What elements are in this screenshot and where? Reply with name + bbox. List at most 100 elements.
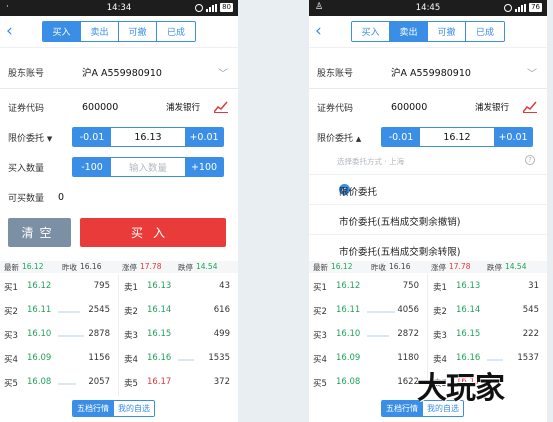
quote-summary: 最新 16.12 昨收 16.16 涨停 17.78 跌停 14.54 — [0, 261, 238, 273]
stock-code-row: 证券代码 600000 浦发银行 — [0, 96, 238, 118]
option-limit-order[interactable]: ✓ 限价委托 — [309, 174, 547, 203]
divider — [309, 88, 547, 89]
price-row: 限价委托 ▲ -0.01 16.12 +0.01 — [309, 126, 547, 148]
quantity-plus-button[interactable]: +100 — [185, 158, 223, 176]
quantity-minus-button[interactable]: -100 — [73, 158, 111, 176]
chevron-down-icon[interactable]: ﹀ — [218, 65, 228, 80]
available-value: 0 — [58, 191, 65, 203]
buy-screen: · 14:34 80 ‹ 买入 卖出 可撤 已成 股东账号 沪A A559980… — [0, 0, 238, 422]
quantity-input[interactable]: 输入数量 — [111, 158, 185, 176]
quantity-label: 买入数量 — [8, 163, 45, 174]
stock-name: 浦发银行 — [475, 103, 510, 113]
price-minus-button[interactable]: -0.01 — [73, 128, 111, 146]
back-icon[interactable]: ‹ — [315, 22, 322, 40]
help-icon[interactable]: ? — [525, 155, 535, 165]
trade-tabbar: ‹ 买入 卖出 可撤 已成 — [0, 16, 238, 48]
option-market-cancel[interactable]: 市价委托(五档成交剩余撤销) — [309, 204, 547, 233]
quote-tabs: 五档行情 我的自选 — [72, 400, 155, 417]
price-plus-button[interactable]: +0.01 — [185, 128, 223, 146]
site-watermark: 大玩家 — [417, 371, 505, 406]
signal-icon — [515, 3, 527, 12]
tab-buy[interactable]: 买入 — [43, 22, 81, 41]
chart-icon[interactable] — [523, 101, 537, 113]
bid-row[interactable]: 买1 16.12 795 — [0, 279, 118, 296]
bid-row[interactable]: 买5 16.08 1622 — [309, 375, 427, 392]
status-bar: ♙ 14:45 76 — [309, 0, 547, 16]
available-row: 可买数量 0 — [0, 188, 238, 206]
sell-screen: ♙ 14:45 76 ‹ 买入 卖出 可撤 已成 股东账号 沪A A559980… — [309, 0, 547, 422]
divider — [118, 274, 119, 396]
tab-five-levels[interactable]: 五档行情 — [73, 401, 114, 416]
bid-row[interactable]: 买3 16.10 2878 — [0, 327, 118, 344]
signal-icon — [206, 3, 218, 12]
price-row: 限价委托 ▼ -0.01 16.13 +0.01 — [0, 126, 238, 148]
bid-row[interactable]: 买4 16.09 1156 — [0, 351, 118, 368]
stock-name: 浦发银行 — [166, 103, 201, 113]
status-bar: · 14:34 80 — [0, 0, 238, 16]
stock-code-row: 证券代码 600000 浦发银行 — [309, 96, 547, 118]
price-minus-button[interactable]: -0.01 — [382, 128, 420, 146]
tab-filled[interactable]: 已成 — [466, 22, 504, 41]
divider — [0, 88, 238, 89]
ask-row[interactable]: 卖3 16.15 222 — [429, 327, 547, 344]
back-icon[interactable]: ‹ — [6, 22, 13, 40]
bid-row[interactable]: 买1 16.12 750 — [309, 279, 427, 296]
ask-row[interactable]: 卖1 16.13 43 — [120, 279, 238, 296]
ask-row[interactable]: 卖5 16.17 372 — [120, 375, 238, 392]
ask-row[interactable]: 卖3 16.15 499 — [120, 327, 238, 344]
bid-row[interactable]: 买2 16.11 2545 — [0, 303, 118, 320]
buy-button[interactable]: 买入 — [80, 218, 226, 247]
quantity-stepper: -100 输入数量 +100 — [72, 157, 224, 177]
price-input[interactable]: 16.12 — [420, 128, 494, 146]
ask-row[interactable]: 卖1 16.13 31 — [429, 279, 547, 296]
tab-watchlist[interactable]: 我的自选 — [114, 401, 154, 416]
price-input[interactable]: 16.13 — [111, 128, 185, 146]
tab-cancelable[interactable]: 可撤 — [119, 22, 157, 41]
account-value: 沪A A559980910 — [82, 68, 162, 79]
trade-tabs: 买入 卖出 可撤 已成 — [42, 21, 196, 42]
available-label: 可买数量 — [8, 193, 45, 204]
bid-row[interactable]: 买4 16.09 1180 — [309, 351, 427, 368]
price-stepper: -0.01 16.12 +0.01 — [381, 127, 533, 147]
limit-up: 17.78 — [449, 262, 471, 271]
ask-row[interactable]: 卖2 16.14 545 — [429, 303, 547, 320]
account-row[interactable]: 股东账号 沪A A559980910 ﹀ — [309, 60, 547, 84]
caret-down-icon: ▼ — [46, 134, 53, 143]
quote-summary: 最新 16.12 昨收 16.16 涨停 17.78 跌停 14.54 — [309, 261, 547, 273]
chevron-down-icon[interactable]: ﹀ — [527, 65, 537, 80]
bid-row[interactable]: 买3 16.10 2872 — [309, 327, 427, 344]
limit-down: 14.54 — [196, 262, 218, 271]
last-price: 16.12 — [22, 262, 44, 271]
prev-close: 16.16 — [389, 262, 411, 271]
account-row[interactable]: 股东账号 沪A A559980910 ﹀ — [0, 60, 238, 84]
prev-close: 16.16 — [80, 262, 102, 271]
ask-row[interactable]: 卖2 16.14 616 — [120, 303, 238, 320]
order-type-selector[interactable]: 限价委托 ▲ — [317, 131, 361, 144]
tab-filled[interactable]: 已成 — [157, 22, 195, 41]
tab-sell[interactable]: 卖出 — [81, 22, 119, 41]
ask-row[interactable]: 卖4 16.16 1537 — [429, 351, 547, 368]
order-type-dropdown: 选择委托方式 · 上海 ? ✓ 限价委托 市价委托(五档成交剩余撤销) 市价委托… — [309, 150, 547, 264]
tab-sell[interactable]: 卖出 — [390, 22, 428, 41]
tab-cancelable[interactable]: 可撤 — [428, 22, 466, 41]
user-icon: ♙ — [315, 2, 324, 12]
stock-code-input[interactable]: 600000 — [82, 102, 118, 113]
bid-row[interactable]: 买5 16.08 2057 — [0, 375, 118, 392]
clear-button[interactable]: 清空 — [8, 218, 71, 247]
caret-up-icon: ▲ — [355, 134, 362, 143]
battery-icon: 80 — [220, 3, 233, 12]
account-value: 沪A A559980910 — [391, 68, 471, 79]
stock-code-label: 证券代码 — [317, 103, 354, 114]
ask-row[interactable]: 卖4 16.16 1535 — [120, 351, 238, 368]
price-plus-button[interactable]: +0.01 — [494, 128, 532, 146]
app-indicator-icon: · — [6, 2, 9, 12]
account-label: 股东账号 — [317, 68, 354, 79]
chart-icon[interactable] — [214, 101, 228, 113]
trade-tabbar: ‹ 买入 卖出 可撤 已成 — [309, 16, 547, 48]
order-type-selector[interactable]: 限价委托 ▼ — [8, 131, 52, 144]
bid-row[interactable]: 买2 16.11 4056 — [309, 303, 427, 320]
tab-buy[interactable]: 买入 — [352, 22, 390, 41]
quantity-row: 买入数量 -100 输入数量 +100 — [0, 156, 238, 178]
option-market-to-limit[interactable]: 市价委托(五档成交剩余转限) — [309, 234, 547, 263]
stock-code-input[interactable]: 600000 — [391, 102, 427, 113]
